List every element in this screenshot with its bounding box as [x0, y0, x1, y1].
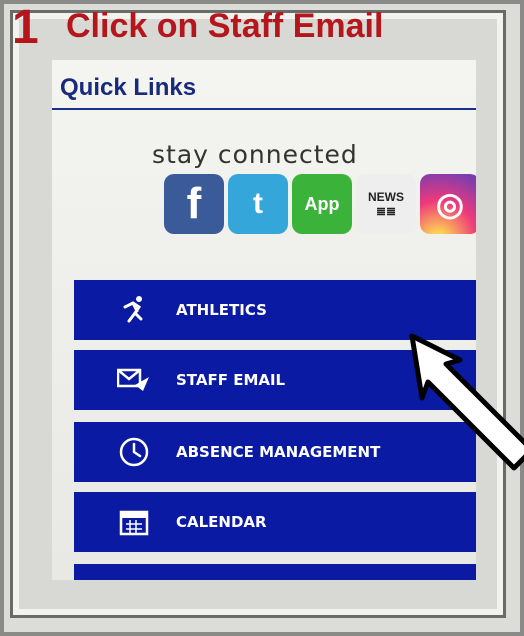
newspaper-lines-icon: ≣≣: [375, 204, 397, 218]
email-send-icon: [116, 362, 152, 398]
quick-links-title: Quick Links: [60, 74, 197, 101]
twitter-icon[interactable]: t: [228, 174, 288, 234]
instagram-glyph: ◎: [436, 186, 464, 222]
news-icon[interactable]: NEWS ≣≣: [356, 174, 416, 234]
quick-links-panel: Quick Links stay connected f t App NEWS ≣…: [52, 60, 476, 580]
stay-connected-label: stay connected: [152, 140, 358, 169]
app-label: App: [304, 193, 340, 214]
twitter-glyph: t: [253, 187, 263, 220]
facebook-glyph: f: [186, 179, 202, 228]
instruction-title: Click on Staff Email: [66, 7, 384, 45]
title-divider: [52, 108, 476, 110]
app-icon[interactable]: App: [292, 174, 352, 234]
menu-item-partial[interactable]: [74, 564, 476, 580]
clock-icon: [116, 434, 152, 470]
menu-item-label: STAFF EMAIL: [176, 371, 286, 389]
menu-item-calendar[interactable]: CALENDAR: [74, 492, 476, 552]
facebook-icon[interactable]: f: [164, 174, 224, 234]
step-number: 1: [12, 1, 39, 54]
menu-item-label: CALENDAR: [176, 513, 267, 531]
menu-item-label: ATHLETICS: [176, 301, 267, 319]
instagram-icon[interactable]: ◎: [420, 174, 476, 234]
pointer-arrow-icon: [409, 333, 524, 471]
calendar-icon: [116, 504, 152, 540]
running-person-icon: [116, 292, 152, 328]
news-label: NEWS: [368, 190, 404, 204]
